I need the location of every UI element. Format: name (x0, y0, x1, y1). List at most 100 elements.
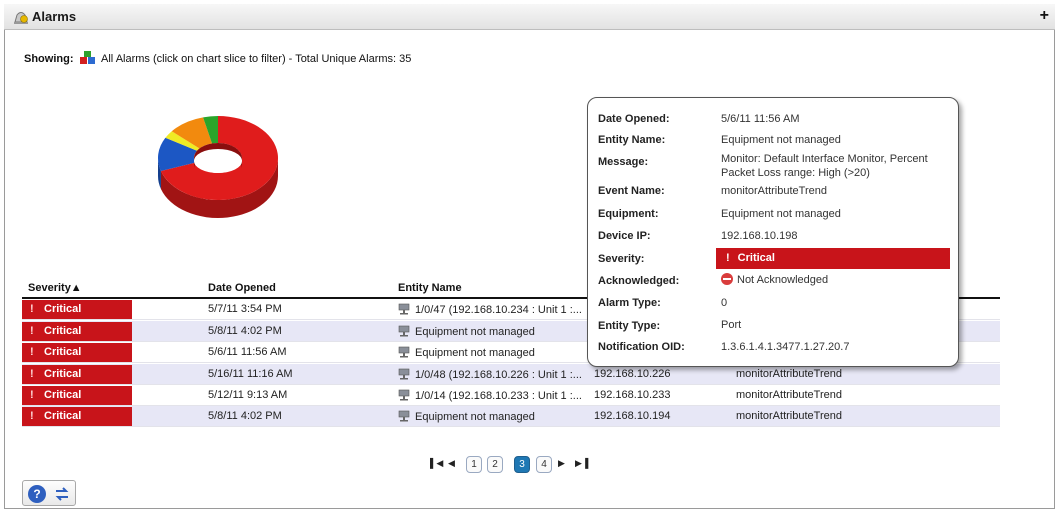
tooltip-value-device-ip: 192.168.10.198 (721, 230, 798, 242)
critical-exclamation-icon: ! (30, 303, 34, 315)
entity-name-cell: 1/0/14 (192.168.10.233 : Unit 1 :... (398, 389, 582, 402)
entity-name-cell: Equipment not managed (398, 325, 535, 338)
entity-name-cell: 1/0/48 (192.168.10.226 : Unit 1 :... (398, 368, 582, 381)
critical-exclamation-icon: ! (30, 410, 34, 422)
table-row[interactable]: ! Critical 5/16/11 11:16 AM 1/0/48 (192.168… (22, 364, 1000, 385)
panel-title: Alarms (32, 9, 77, 24)
entity-name-text: 1/0/48 (192.168.10.226 : Unit 1 :... (415, 369, 582, 381)
alarm-detail-tooltip: Date Opened: 5/6/11 11:56 AM Entity Name… (587, 97, 959, 367)
critical-exclamation-icon: ! (726, 252, 730, 264)
alarm-bell-icon (14, 12, 28, 24)
severity-badge: ! Critical (22, 300, 132, 319)
tooltip-label-device-ip: Device IP: (598, 230, 651, 242)
entity-name-cell: 1/0/47 (192.168.10.234 : Unit 1 :... (398, 303, 582, 316)
severity-badge: ! Critical (22, 365, 132, 384)
tooltip-value-equipment: Equipment not managed (721, 208, 841, 220)
alarm-donut-chart[interactable] (155, 108, 281, 224)
panel-titlebar: Alarms + (4, 4, 1055, 30)
device-ip-cell: 192.168.10.226 (594, 368, 671, 380)
device-ip-cell: 192.168.10.194 (594, 410, 671, 422)
column-header-severity[interactable]: Severity▲ (28, 282, 82, 294)
equipment-icon (398, 325, 410, 337)
entity-name-cell: Equipment not managed (398, 346, 535, 359)
event-name-cell: monitorAttributeTrend (736, 389, 842, 401)
table-row[interactable]: ! Critical 5/12/11 9:13 AM 1/0/14 (192.168.… (22, 385, 1000, 406)
filter-prefix: Showing: (24, 53, 74, 65)
column-header-date-opened[interactable]: Date Opened (208, 282, 276, 294)
next-page-icon[interactable]: ▶ (558, 458, 565, 469)
tooltip-label-message: Message: (598, 156, 649, 168)
severity-label: Critical (44, 303, 82, 315)
severity-label: Critical (44, 410, 82, 422)
date-opened-cell: 5/7/11 3:54 PM (208, 303, 282, 315)
entity-name-text: 1/0/14 (192.168.10.233 : Unit 1 :... (415, 390, 582, 402)
equipment-icon (398, 346, 410, 358)
critical-exclamation-icon: ! (30, 389, 34, 401)
prev-page-icon[interactable]: ◀ (448, 458, 455, 469)
severity-badge: ! Critical (22, 343, 132, 362)
severity-badge: ! Critical (22, 386, 132, 405)
date-opened-cell: 5/8/11 4:02 PM (208, 410, 282, 422)
tooltip-label-alarm-type: Alarm Type: (598, 297, 661, 309)
page-4-button[interactable]: 4 (536, 456, 552, 473)
date-opened-cell: 5/6/11 11:56 AM (208, 346, 287, 358)
tooltip-value-entity-type: Port (721, 319, 742, 331)
tooltip-value-alarm-type: 0 (721, 297, 728, 309)
critical-exclamation-icon: ! (30, 346, 34, 358)
filter-status: Showing: All Alarms (click on chart slic… (24, 51, 411, 65)
severity-label: Critical (44, 325, 82, 337)
tooltip-value-severity: Critical (737, 252, 775, 264)
critical-exclamation-icon: ! (30, 368, 34, 380)
equipment-icon (398, 410, 410, 422)
date-opened-cell: 5/8/11 4:02 PM (208, 325, 282, 337)
severity-label: Critical (44, 346, 82, 358)
entity-name-text: Equipment not managed (415, 347, 535, 359)
all-alarms-icon (79, 51, 95, 64)
date-opened-cell: 5/16/11 11:16 AM (208, 368, 293, 380)
tooltip-value-event-name: monitorAttributeTrend (721, 185, 827, 197)
tooltip-label-notification-oid: Notification OID: (598, 341, 685, 353)
severity-badge: ! Critical (22, 407, 132, 426)
swap-view-icon[interactable] (52, 485, 72, 503)
severity-label: Critical (44, 368, 82, 380)
tooltip-severity-badge: ! Critical (716, 248, 950, 269)
tooltip-label-date-opened: Date Opened: (598, 113, 670, 125)
tooltip-value-notification-oid: 1.3.6.1.4.1.3477.1.27.20.7 (721, 341, 850, 353)
date-opened-cell: 5/12/11 9:13 AM (208, 389, 288, 401)
filter-text: All Alarms (click on chart slice to filt… (101, 53, 412, 65)
help-icon[interactable]: ? (28, 485, 46, 503)
tooltip-value-date-opened: 5/6/11 11:56 AM (721, 113, 800, 125)
equipment-icon (398, 368, 410, 380)
tooltip-label-entity-name: Entity Name: (598, 134, 666, 146)
table-row[interactable]: ! Critical 5/8/11 4:02 PM Equipment not man… (22, 406, 1000, 427)
equipment-icon (398, 389, 410, 401)
entity-name-text: Equipment not managed (415, 411, 535, 423)
last-page-icon[interactable]: ▶▐ (575, 458, 588, 469)
tooltip-label-equipment: Equipment: (598, 208, 659, 220)
first-page-icon[interactable]: ▌◀ (430, 458, 443, 469)
page-3-button[interactable]: 3 (514, 456, 530, 473)
event-name-cell: monitorAttributeTrend (736, 368, 842, 380)
tooltip-label-severity: Severity: (598, 253, 645, 265)
entity-name-text: Equipment not managed (415, 326, 535, 338)
device-ip-cell: 192.168.10.233 (594, 389, 671, 401)
tooltip-value-acknowledged: Not Acknowledged (737, 274, 829, 286)
tooltip-label-event-name: Event Name: (598, 185, 665, 197)
expand-icon[interactable]: + (1040, 7, 1049, 25)
page-1-button[interactable]: 1 (466, 456, 482, 473)
tooltip-label-entity-type: Entity Type: (598, 320, 661, 332)
panel-toolbar: ? (22, 480, 76, 506)
equipment-icon (398, 303, 410, 315)
not-acknowledged-icon (721, 273, 733, 285)
tooltip-value-acknowledged-wrap: Not Acknowledged (721, 273, 946, 287)
donut-hole (194, 149, 242, 173)
severity-badge: ! Critical (22, 322, 132, 341)
tooltip-value-message: Monitor: Default Interface Monitor, Perc… (721, 153, 928, 179)
entity-name-cell: Equipment not managed (398, 410, 535, 423)
tooltip-label-acknowledged: Acknowledged: (598, 275, 680, 287)
column-header-entity-name[interactable]: Entity Name (398, 282, 462, 294)
entity-name-text: 1/0/47 (192.168.10.234 : Unit 1 :... (415, 304, 582, 316)
event-name-cell: monitorAttributeTrend (736, 410, 842, 422)
page-2-button[interactable]: 2 (487, 456, 503, 473)
critical-exclamation-icon: ! (30, 325, 34, 337)
